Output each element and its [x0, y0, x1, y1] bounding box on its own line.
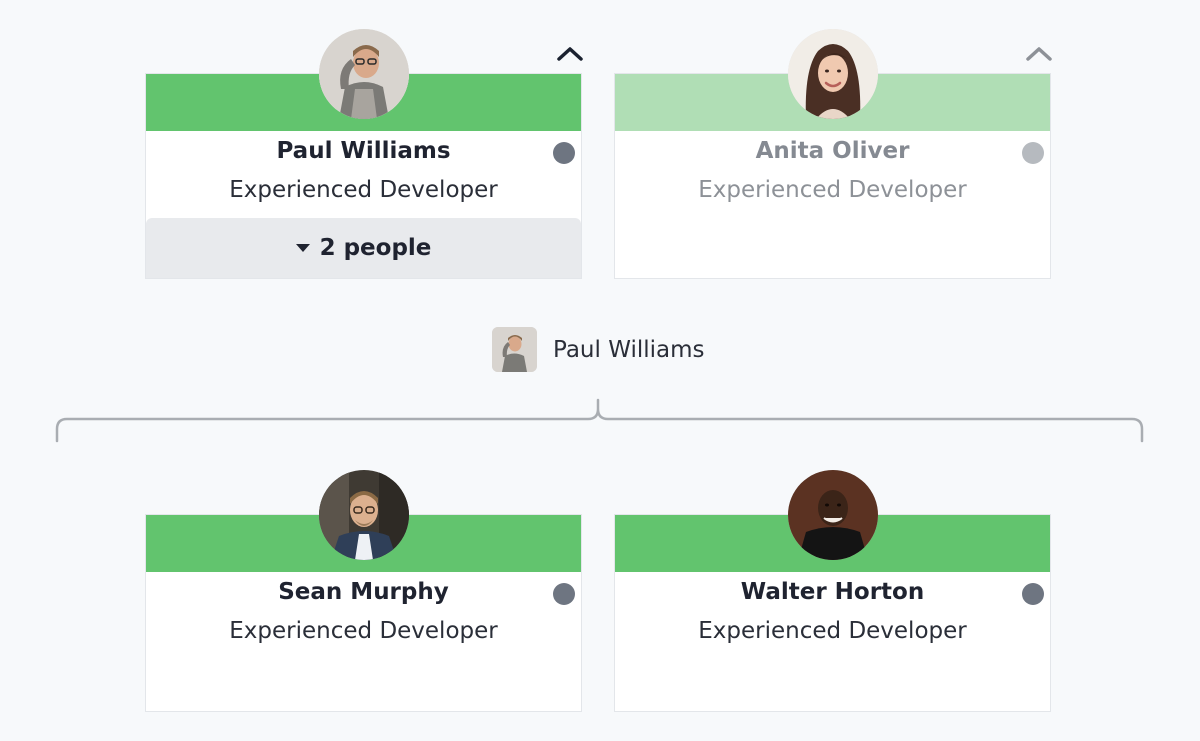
avatar-paul-williams [318, 29, 409, 119]
chevron-up-icon[interactable] [1025, 44, 1053, 64]
person-card-sean-murphy[interactable]: Sean Murphy Experienced Developer [145, 470, 582, 712]
hierarchy-connector [55, 398, 1144, 443]
avatar-anita-oliver [787, 29, 878, 119]
expand-reports-label: 2 people [319, 235, 432, 261]
chevron-up-icon[interactable] [556, 44, 584, 64]
group-avatar [492, 327, 537, 372]
status-indicator [1022, 142, 1044, 164]
status-indicator [1022, 583, 1044, 605]
person-role: Experienced Developer [698, 177, 967, 203]
person-name: Sean Murphy [278, 579, 449, 605]
person-name: Walter Horton [740, 579, 925, 605]
group-header[interactable]: Paul Williams [492, 327, 705, 372]
status-indicator [553, 583, 575, 605]
person-role: Experienced Developer [698, 618, 967, 644]
person-role: Experienced Developer [229, 618, 498, 644]
avatar-walter-horton [787, 470, 878, 560]
avatar-sean-murphy [318, 470, 409, 560]
person-card-walter-horton[interactable]: Walter Horton Experienced Developer [614, 470, 1051, 712]
person-card-anita-oliver[interactable]: Anita Oliver Experienced Developer [614, 29, 1051, 279]
person-name: Paul Williams [276, 138, 451, 164]
group-title: Paul Williams [553, 336, 705, 363]
person-card-paul-williams[interactable]: Paul Williams Experienced Developer 2 pe… [145, 29, 582, 279]
status-indicator [553, 142, 575, 164]
person-name: Anita Oliver [755, 138, 910, 164]
person-role: Experienced Developer [229, 177, 498, 203]
expand-reports-button[interactable]: 2 people [146, 218, 581, 278]
caret-down-icon [295, 244, 310, 252]
